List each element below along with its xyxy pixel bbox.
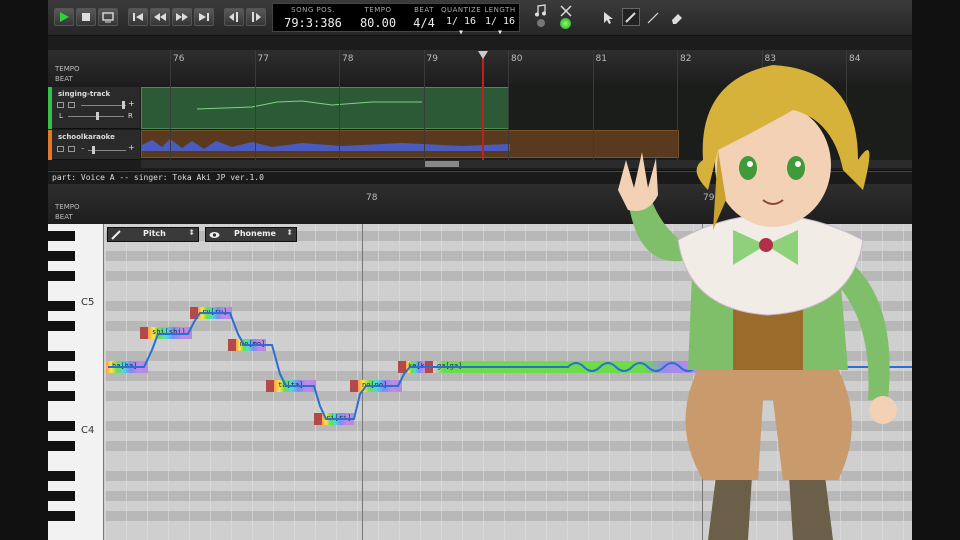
measure-number: 81 — [595, 54, 607, 64]
fast-forward-button[interactable] — [172, 8, 192, 26]
play-icon — [60, 12, 69, 22]
rewind-button[interactable] — [150, 8, 170, 26]
song-position-value: 79:3:386 — [284, 16, 342, 30]
quantize-select[interactable]: QUANTIZE 1/ 16 ▾ — [441, 4, 481, 38]
song-position: SONG POS. 79:3:386 — [277, 4, 349, 33]
cursor-arrow-icon — [604, 12, 613, 24]
tempo-lane-label: TEMPO — [55, 65, 80, 73]
pencil-tool[interactable] — [622, 8, 640, 26]
scrollbar-thumb[interactable] — [425, 161, 459, 167]
measure-number: 76 — [173, 54, 185, 64]
pencil-icon — [625, 12, 636, 23]
auto-scroll-toggle[interactable] — [559, 3, 573, 17]
eraser-icon — [672, 14, 682, 24]
line-tool[interactable] — [646, 10, 660, 24]
loop-icon — [102, 12, 114, 23]
stop-icon — [82, 13, 90, 21]
track-color-strip — [48, 130, 52, 160]
lcd-display: SONG POS. 79:3:386 TEMPO 80.00 BEAT 4/4 … — [272, 3, 520, 38]
measure-line — [423, 50, 425, 160]
beat-value: 4/4 — [413, 16, 435, 30]
measure-line — [170, 50, 171, 160]
track-name: schoolkaraoke — [58, 133, 115, 141]
measure-number: 77 — [257, 54, 269, 64]
track-header-singing[interactable]: singing-track + L R — [48, 87, 140, 129]
playhead[interactable] — [482, 58, 484, 160]
volume-minus: – — [81, 144, 85, 152]
arrow-left-bar-icon — [229, 12, 238, 22]
mute-icon[interactable] — [57, 146, 64, 152]
measure-line — [592, 50, 594, 160]
measure-line — [254, 50, 256, 160]
volume-knob[interactable] — [122, 101, 125, 109]
beat-display[interactable]: BEAT 4/4 — [407, 4, 441, 33]
volume-slider[interactable] — [81, 105, 126, 106]
character-illustration — [618, 65, 897, 540]
music-note-icon — [535, 4, 546, 17]
tempo-display[interactable]: TEMPO 80.00 — [351, 4, 405, 33]
eraser-tool[interactable] — [670, 10, 684, 24]
pan-right-label: R — [128, 112, 133, 120]
pitch-preview — [196, 100, 422, 110]
track-color-strip — [48, 87, 52, 129]
fast-forward-icon — [176, 13, 188, 21]
volume-plus: + — [128, 143, 135, 152]
measure-line — [508, 50, 509, 160]
volume-plus: + — [128, 99, 135, 108]
metronome-led — [537, 19, 545, 27]
tempo-value: 80.00 — [359, 16, 397, 30]
metronome-toggle[interactable] — [534, 3, 548, 17]
beat-lane-label: BEAT — [55, 75, 73, 83]
arrow-right-bar-icon — [252, 12, 261, 22]
track-header-karaoke[interactable]: schoolkaraoke – + — [48, 130, 140, 160]
mute-icon[interactable] — [57, 102, 64, 108]
line-icon — [647, 12, 659, 24]
transport-toolbar: SONG POS. 79:3:386 TEMPO 80.00 BEAT 4/4 … — [48, 0, 912, 38]
measure-number: 80 — [511, 54, 523, 64]
skip-back-icon — [133, 13, 143, 21]
pan-left-label: L — [59, 112, 63, 120]
goto-end-button[interactable] — [194, 8, 214, 26]
solo-icon[interactable] — [68, 146, 75, 152]
measure-number: 78 — [342, 54, 354, 64]
track-name: singing-track — [58, 90, 111, 98]
measure-line — [339, 50, 340, 160]
select-tool[interactable] — [601, 10, 615, 24]
solo-icon[interactable] — [68, 102, 75, 108]
pan-knob[interactable] — [96, 112, 99, 120]
play-button[interactable] — [54, 8, 74, 26]
cross-arrows-icon — [560, 5, 572, 17]
part-info-text: part: Voice A -- singer: Toka Aki JP ver… — [52, 173, 264, 182]
volume-knob[interactable] — [92, 146, 95, 154]
length-select[interactable]: LENGTH 1/ 16 ▾ — [481, 4, 519, 38]
goto-start-button[interactable] — [128, 8, 148, 26]
waveform — [142, 139, 510, 151]
auto-scroll-led — [560, 18, 571, 29]
measure-number: 79 — [426, 54, 438, 64]
skip-forward-icon — [199, 13, 209, 21]
audio-clip[interactable] — [141, 130, 679, 158]
quantize-value: 1/ 16 ▾ — [445, 16, 477, 38]
voice-part-clip[interactable] — [141, 87, 509, 129]
length-value: 1/ 16 ▾ — [484, 16, 516, 38]
snap-right-button[interactable] — [246, 8, 266, 26]
snap-left-button[interactable] — [224, 8, 244, 26]
loop-button[interactable] — [98, 8, 118, 26]
rewind-icon — [154, 13, 166, 21]
stop-button[interactable] — [76, 8, 96, 26]
